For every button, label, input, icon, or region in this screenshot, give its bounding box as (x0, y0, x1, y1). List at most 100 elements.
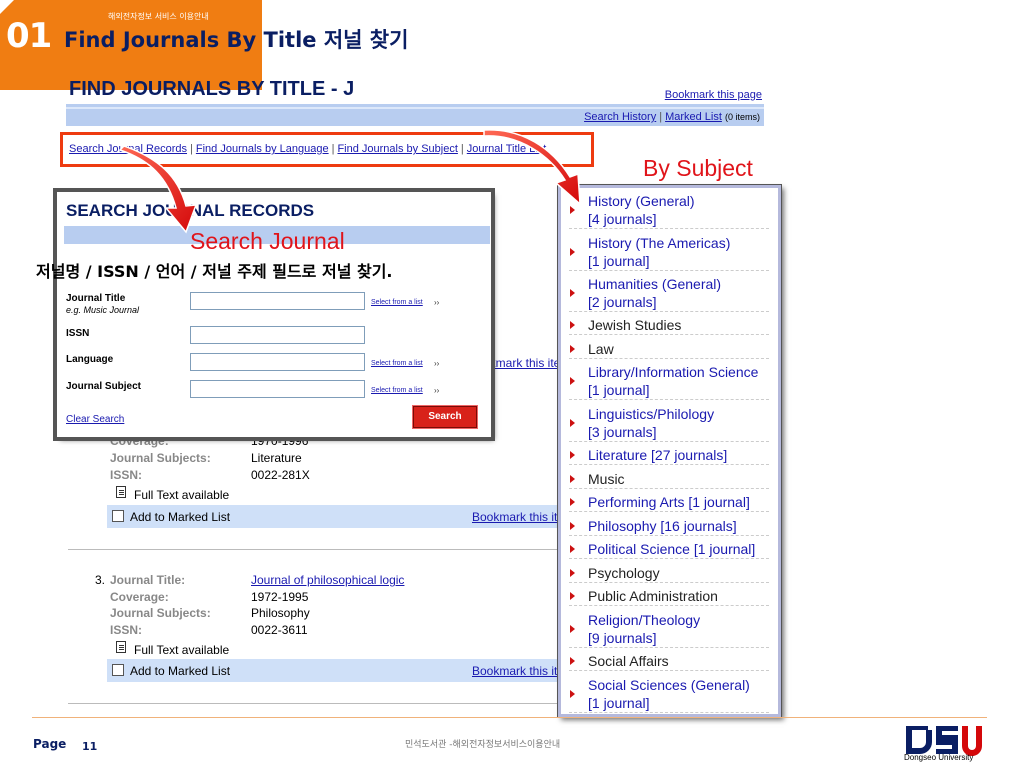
footer-page-label: Page (33, 737, 67, 751)
subject-item-label: Public Administration (588, 588, 718, 604)
add-marked-checkbox[interactable] (112, 510, 124, 522)
nav-find-by-subject[interactable]: Find Journals by Subject (337, 143, 457, 155)
marked-list-link[interactable]: Marked List (665, 111, 722, 123)
separator: | (659, 111, 663, 123)
full-text-label: Full Text available (134, 488, 230, 502)
issn-label: ISSN (66, 328, 90, 339)
subject-item-label: Social Affairs (588, 653, 669, 669)
search-history-link[interactable]: Search History (584, 111, 656, 123)
subject-item-label[interactable]: Philosophy [16 journals] (588, 518, 737, 534)
search-journal-callout: Search Journal (190, 228, 345, 254)
footer-center-text: 민석도서관 -해외전자정보서비스이용안내 (405, 740, 561, 750)
subject-list-panel: History (General) [4 journals] History (Th… (557, 184, 782, 718)
subject-item[interactable]: Linguistics/Philology [3 journals] (569, 405, 769, 442)
full-text-icon (116, 486, 126, 498)
journal-nav-links: Search Journal Records | Find Journals by … (60, 132, 594, 167)
search-button[interactable]: Search (412, 405, 478, 429)
result-divider (68, 549, 560, 550)
subject-item[interactable]: Literature [27 journals] (569, 446, 769, 465)
tab-fold (0, 0, 14, 14)
subject-item-label[interactable]: Social Sciences (General) (588, 677, 750, 693)
subject-item-label: Law (588, 341, 614, 357)
journal-title-hint: e.g. Music Journal (66, 305, 140, 315)
add-marked-label: Add to Marked List (130, 664, 231, 678)
result-number: 3. (95, 573, 106, 587)
subject-item[interactable]: Philosophy [16 journals] (569, 517, 769, 536)
slide-title: Find Journals By Title 저널 찾기 (64, 28, 409, 52)
subject-item-label[interactable]: Religion/Theology (588, 612, 700, 628)
result-title-label: Journal Title: (110, 573, 186, 587)
journal-subject-input[interactable] (190, 380, 365, 398)
bookmark-item-link[interactable]: Bookmark this ite (472, 664, 564, 678)
subject-item: Jewish Studies (569, 316, 769, 335)
subject-item[interactable]: Social Sciences (General) [1 journal] (569, 676, 769, 713)
separator: | (460, 143, 464, 155)
subject-item-label[interactable]: Linguistics/Philology (588, 406, 714, 422)
subject-item-count[interactable]: [3 journals] (588, 423, 769, 441)
nav-find-by-language[interactable]: Find Journals by Language (196, 143, 329, 155)
subject-item-count[interactable]: [4 journals] (588, 210, 769, 228)
language-select-link[interactable]: Select from a list (371, 360, 423, 367)
add-marked-checkbox[interactable] (112, 664, 124, 676)
nav-search-journal-records[interactable]: Search Journal Records (69, 143, 187, 155)
issn-input[interactable] (190, 326, 365, 344)
subject-item-label[interactable]: History (General) (588, 193, 695, 209)
language-input[interactable] (190, 353, 365, 371)
subject-item-label[interactable]: History (The Americas) (588, 235, 730, 251)
subject-item: Music (569, 470, 769, 489)
subject-item[interactable]: Library/Information Science [1 journal] (569, 363, 769, 400)
subject-item-label[interactable]: Literature [27 journals] (588, 447, 727, 463)
subject-item-label: Psychology (588, 565, 660, 581)
subject-item[interactable]: Religion/Theology [9 journals] (569, 611, 769, 648)
result-issn-value: 0022-3611 (251, 623, 308, 637)
subject-item[interactable]: History (The Americas) [1 journal] (569, 234, 769, 271)
language-label: Language (66, 354, 114, 365)
footer-divider (32, 717, 987, 718)
subject-item: Social Affairs (569, 652, 769, 671)
subject-item-label[interactable]: Library/Information Science (588, 364, 758, 380)
subject-item-count[interactable]: [2 journals] (588, 293, 769, 311)
chevron-right-icon: ›› (434, 386, 440, 395)
journal-title-label: Journal Title (66, 293, 126, 304)
clear-search-link[interactable]: Clear Search (66, 414, 124, 425)
subject-item-count[interactable]: [9 journals] (588, 629, 769, 647)
journal-subject-select-link[interactable]: Select from a list (371, 387, 423, 394)
subject-item-count[interactable]: [1 journal] (588, 694, 769, 712)
popup-title: SEARCH JOURNAL RECORDS (66, 201, 315, 220)
result-subjects-label: Journal Subjects: (110, 451, 211, 465)
subject-item-label: Music (588, 471, 625, 487)
subject-item-label[interactable]: Humanities (General) (588, 276, 721, 292)
subject-item-label[interactable]: Political Science [1 journal] (588, 541, 755, 557)
result-title-link[interactable]: Journal of philosophical logic (251, 573, 404, 587)
result-subjects-value: Literature (251, 451, 302, 465)
marked-count: (0 items) (724, 112, 760, 122)
nav-journal-title-list[interactable]: Journal Title List (467, 143, 546, 155)
section-subtitle: 해외전자정보 서비스 이용안내 (108, 12, 209, 21)
full-text-label: Full Text available (134, 643, 230, 657)
bookmark-item-link[interactable]: Bookmark this ite (472, 510, 564, 524)
subject-item-label: Jewish Studies (588, 317, 682, 333)
toolbar-links: Search History | Marked List (0 items) (584, 111, 760, 123)
subject-item: Psychology (569, 564, 769, 583)
subject-item[interactable]: History (General) [4 journals] (569, 192, 769, 229)
chevron-right-icon: ›› (434, 359, 440, 368)
add-marked-label: Add to Marked List (130, 510, 231, 524)
subject-item-count[interactable]: [1 journal] (588, 381, 769, 399)
separator: | (190, 143, 193, 155)
subject-item[interactable]: Political Science [1 journal] (569, 540, 769, 559)
subject-item-label[interactable]: Performing Arts [1 journal] (588, 494, 750, 510)
full-text-icon (116, 641, 126, 653)
bookmark-item-link-partial[interactable]: okmark this ite (483, 356, 560, 370)
journal-title-input[interactable] (190, 292, 365, 310)
subject-item[interactable]: Performing Arts [1 journal] (569, 493, 769, 512)
footer-page-number: 11 (82, 740, 98, 753)
bookmark-page-link[interactable]: Bookmark this page (665, 89, 762, 101)
toolbar-highlight (66, 107, 764, 109)
subject-item-count[interactable]: [1 journal] (588, 252, 769, 270)
journal-title-select-link[interactable]: Select from a list (371, 299, 423, 306)
subject-item[interactable]: Humanities (General) [2 journals] (569, 275, 769, 312)
subject-item: Public Administration (569, 587, 769, 606)
page-heading: FIND JOURNALS BY TITLE - J (69, 78, 355, 100)
logo-subtitle: Dongseo University (904, 753, 974, 762)
section-number: 01 (6, 16, 52, 56)
